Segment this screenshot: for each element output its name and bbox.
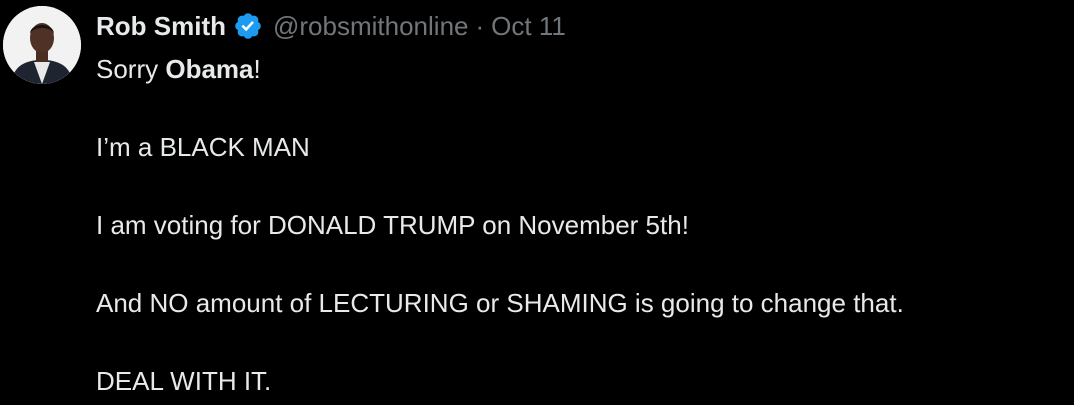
tweet[interactable]: Rob Smith @robsmithonline · Oct 11 Sorry… [0,0,1074,405]
tweet-line-1: Sorry Obama! [96,50,904,89]
tweet-line-1-prefix: Sorry [96,54,166,84]
avatar[interactable] [3,6,81,84]
tweet-line-4: And NO amount of LECTURING or SHAMING is… [96,288,904,318]
tweet-text: Sorry Obama! I’m a BLACK MAN I am voting… [96,50,904,401]
tweet-line-3: I am voting for DONALD TRUMP on November… [96,210,689,240]
tweet-line-1-suffix: ! [253,54,261,84]
header-separator: · [475,10,485,41]
verified-badge-icon[interactable] [233,11,263,41]
tweet-header: Rob Smith @robsmithonline · Oct 11 [96,8,566,44]
tweet-line-5: DEAL WITH IT. [96,366,272,396]
tweet-date[interactable]: Oct 11 [491,11,566,42]
profile-photo [3,6,81,84]
tweet-line-2: I’m a BLACK MAN [96,132,310,162]
tweet-line-1-bold: Obama [165,54,254,84]
author-display-name[interactable]: Rob Smith [96,11,226,42]
author-handle[interactable]: @robsmithonline [273,11,468,42]
